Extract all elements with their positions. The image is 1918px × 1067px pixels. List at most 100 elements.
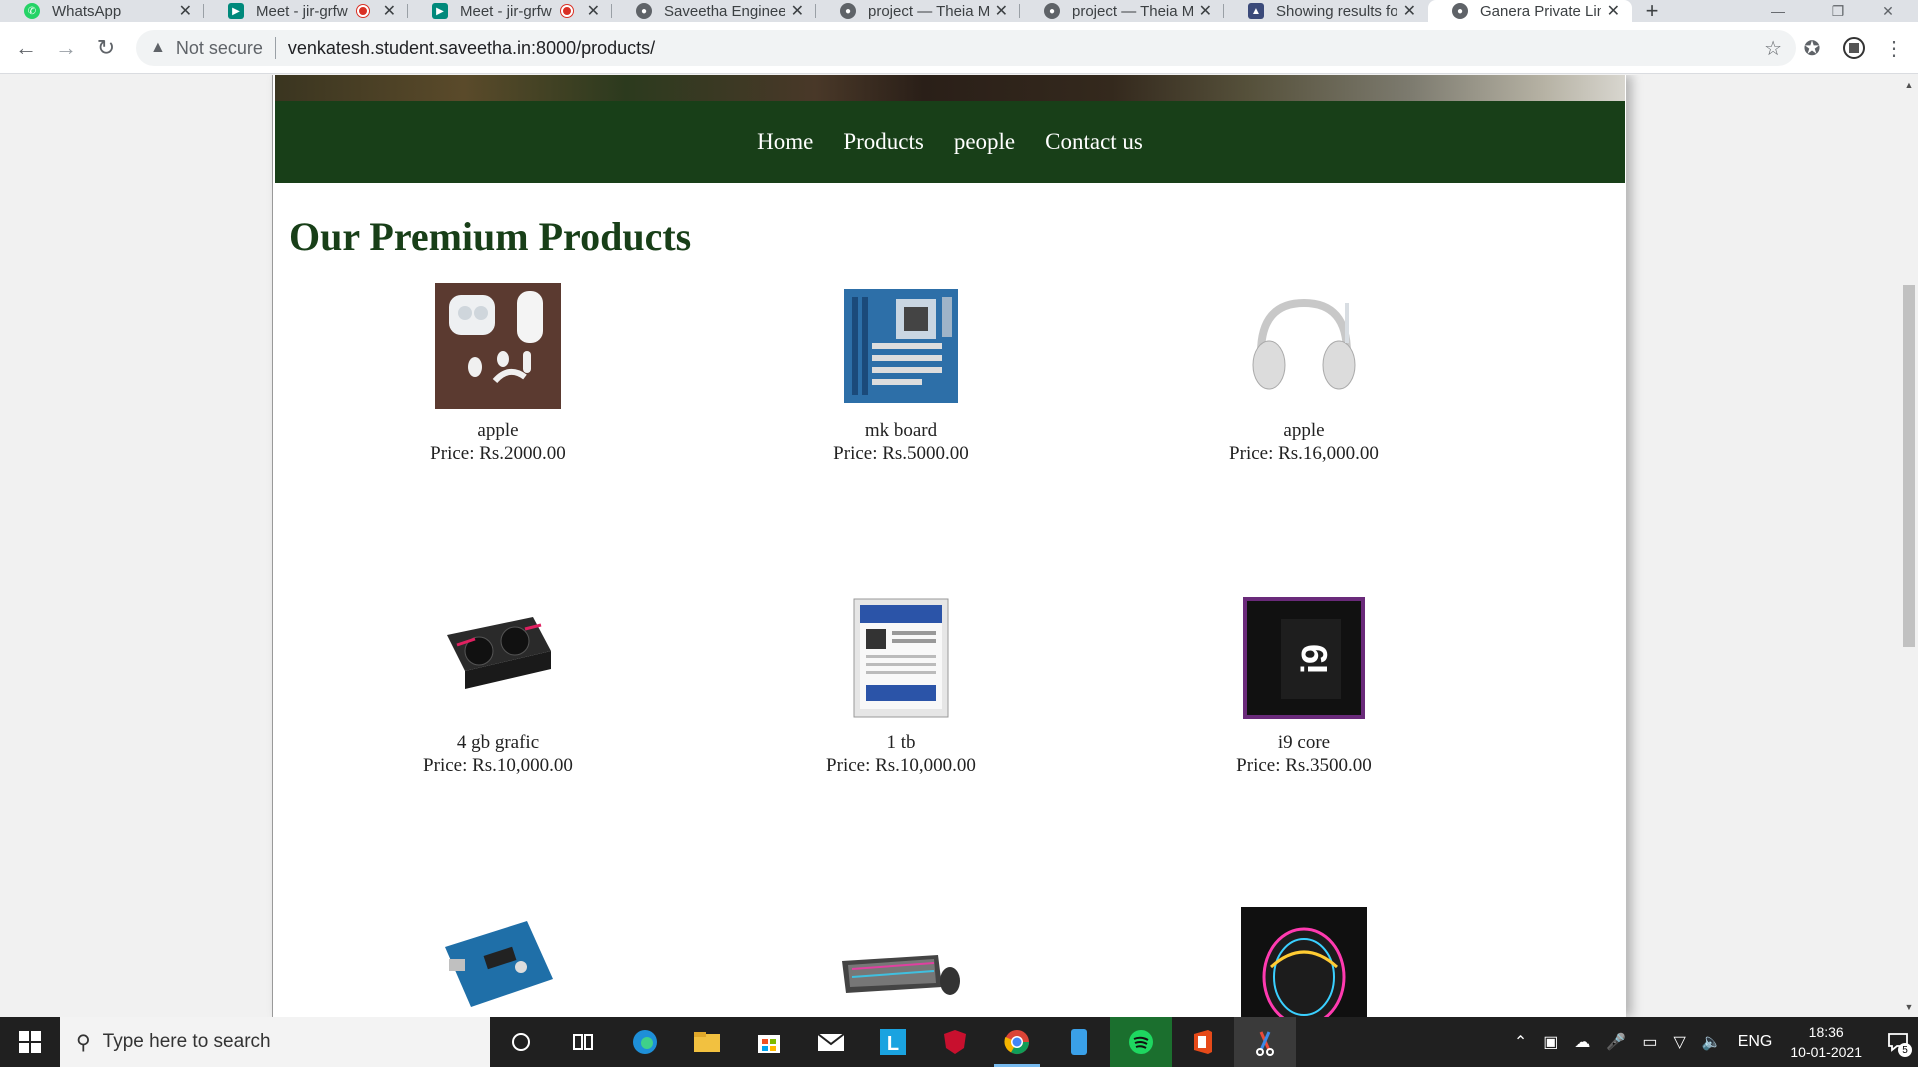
clock[interactable]: 18:36 10-01-2021 (1790, 1022, 1862, 1062)
tab-ganera-active[interactable]: ● Ganera Private Lim ✕ (1428, 0, 1632, 22)
gaming-mouse-image[interactable] (1241, 907, 1367, 1017)
product-name: 4 gb grafic (456, 732, 540, 753)
product-price: Price: Rs.16,000.00 (1229, 443, 1379, 464)
headphones-image[interactable] (1241, 283, 1367, 409)
product-price: Price: Rs.3500.00 (1236, 755, 1372, 776)
close-window-icon[interactable]: ✕ (1858, 0, 1918, 22)
mail-icon[interactable] (800, 1017, 862, 1067)
forward-button[interactable]: → (50, 32, 82, 64)
tab-title: project — Theia M (868, 2, 989, 20)
product-card[interactable] (776, 907, 1026, 1017)
volume-icon[interactable]: 🔈 (1702, 1032, 1722, 1052)
address-bar[interactable]: ▲ Not secure venkatesh.student.saveetha.… (136, 30, 1796, 66)
tab-strip: ✆ WhatsApp ✕ ▶ Meet - jir-grfw ✕ ▶ Meet … (0, 0, 1918, 23)
product-price: Price: Rs.5000.00 (833, 443, 969, 464)
close-tab-icon[interactable]: ✕ (179, 1, 192, 21)
task-view-icon[interactable] (552, 1017, 614, 1067)
product-price: Price: Rs.10,000.00 (826, 755, 976, 776)
close-tab-icon[interactable]: ✕ (1403, 1, 1416, 21)
motherboard-image[interactable] (838, 283, 964, 409)
chevron-up-icon[interactable]: ⌃ (1514, 1032, 1527, 1052)
taskbar-search-box[interactable]: ⚲ Type here to search (60, 1017, 490, 1067)
url-text[interactable]: venkatesh.student.saveetha.in:8000/produ… (288, 38, 655, 59)
arduino-board-image[interactable] (435, 907, 561, 1017)
microphone-icon[interactable]: 🎤 (1606, 1032, 1626, 1052)
action-center-button[interactable]: 5 (1878, 1017, 1918, 1067)
earbuds-image[interactable] (435, 283, 561, 409)
globe-icon: ● (636, 3, 652, 19)
product-name: mk board (864, 420, 938, 441)
new-tab-button[interactable]: + (1632, 0, 1672, 23)
profile-avatar-icon[interactable] (1840, 34, 1868, 62)
mcafee-shield-icon[interactable] (924, 1017, 986, 1067)
bookmark-star-icon[interactable]: ☆ (1764, 36, 1782, 61)
page-container: Home Products people Contact us Our Prem… (272, 75, 1626, 1017)
cpu-box-image[interactable]: i9 (1241, 595, 1367, 721)
product-card[interactable]: mk board Price: Rs.5000.00 (776, 283, 1026, 465)
extensions-puzzle-icon[interactable]: ✪ (1798, 34, 1826, 62)
tab-title: Saveetha Engineer (664, 2, 785, 20)
close-tab-icon[interactable]: ✕ (1199, 1, 1212, 21)
onedrive-cloud-icon[interactable]: ☁ (1574, 1032, 1590, 1052)
office-icon[interactable] (1172, 1017, 1234, 1067)
nav-contact-us[interactable]: Contact us (1045, 129, 1143, 155)
tab-title: Meet - jir-grfw (256, 2, 348, 20)
tab-meet-2[interactable]: ▶ Meet - jir-grfw ✕ (408, 0, 612, 22)
snipping-tool-icon[interactable] (1234, 1017, 1296, 1067)
nav-products[interactable]: Products (843, 129, 924, 155)
tab-whatsapp[interactable]: ✆ WhatsApp ✕ (0, 0, 204, 22)
cortana-icon[interactable] (490, 1017, 552, 1067)
tab-meet-1[interactable]: ▶ Meet - jir-grfw ✕ (204, 0, 408, 22)
scroll-down-arrow-icon[interactable]: ▼ (1900, 999, 1918, 1015)
wifi-icon[interactable]: ▽ (1673, 1032, 1685, 1052)
close-tab-icon[interactable]: ✕ (587, 1, 600, 21)
minimize-icon[interactable]: — (1748, 0, 1808, 22)
file-explorer-icon[interactable] (676, 1017, 738, 1067)
product-name: i9 core (1277, 732, 1331, 753)
close-tab-icon[interactable]: ✕ (383, 1, 396, 21)
tab-saveetha[interactable]: ● Saveetha Engineer ✕ (612, 0, 816, 22)
product-name: apple (1283, 420, 1325, 441)
close-tab-icon[interactable]: ✕ (1607, 1, 1620, 21)
product-card[interactable]: i9 i9 core Price: Rs.3500.00 (1179, 595, 1429, 777)
chrome-icon[interactable] (986, 1017, 1048, 1067)
clock-time: 18:36 (1808, 1024, 1844, 1040)
hard-drive-image[interactable] (838, 595, 964, 721)
menu-kebab-icon[interactable]: ⋮ (1880, 34, 1908, 62)
product-price: Price: Rs.2000.00 (430, 443, 566, 464)
product-card[interactable]: apple Price: Rs.2000.00 (373, 283, 623, 465)
reload-button[interactable]: ↻ (90, 32, 122, 64)
spotify-icon[interactable] (1110, 1017, 1172, 1067)
google-meet-icon: ▶ (228, 3, 244, 19)
product-card[interactable] (1179, 907, 1429, 1017)
scrollbar-thumb[interactable] (1903, 285, 1915, 647)
tab-title: project — Theia M (1072, 2, 1193, 20)
tab-showing-results[interactable]: ▲ Showing results fo ✕ (1224, 0, 1428, 22)
phone-link-icon[interactable] (1048, 1017, 1110, 1067)
page-scrollbar[interactable]: ▲ ▼ (1900, 75, 1918, 1017)
battery-icon[interactable]: ▭ (1642, 1032, 1657, 1052)
keyboard-mouse-image[interactable] (838, 907, 964, 1017)
product-card[interactable]: apple Price: Rs.16,000.00 (1179, 283, 1429, 465)
tab-project-2[interactable]: ● project — Theia M ✕ (1020, 0, 1224, 22)
search-placeholder: Type here to search (102, 1031, 271, 1052)
tab-project-1[interactable]: ● project — Theia M ✕ (816, 0, 1020, 22)
edge-browser-icon[interactable] (614, 1017, 676, 1067)
scroll-up-arrow-icon[interactable]: ▲ (1900, 77, 1918, 93)
language-indicator[interactable]: ENG (1738, 1033, 1773, 1051)
graphics-card-image[interactable] (435, 595, 561, 721)
product-price: Price: Rs.10,000.00 (423, 755, 573, 776)
close-tab-icon[interactable]: ✕ (791, 1, 804, 21)
close-tab-icon[interactable]: ✕ (995, 1, 1008, 21)
meet-now-icon[interactable]: ▣ (1543, 1032, 1558, 1052)
lync-app-icon[interactable]: L (862, 1017, 924, 1067)
product-card[interactable]: 4 gb grafic Price: Rs.10,000.00 (373, 595, 623, 777)
nav-people[interactable]: people (954, 129, 1015, 155)
product-card[interactable] (373, 907, 623, 1017)
product-card[interactable]: 1 tb Price: Rs.10,000.00 (776, 595, 1026, 777)
windows-start-button[interactable] (0, 1017, 60, 1067)
back-button[interactable]: ← (10, 32, 42, 64)
microsoft-store-icon[interactable] (738, 1017, 800, 1067)
notification-count-badge: 5 (1898, 1043, 1912, 1057)
nav-home[interactable]: Home (757, 129, 813, 155)
